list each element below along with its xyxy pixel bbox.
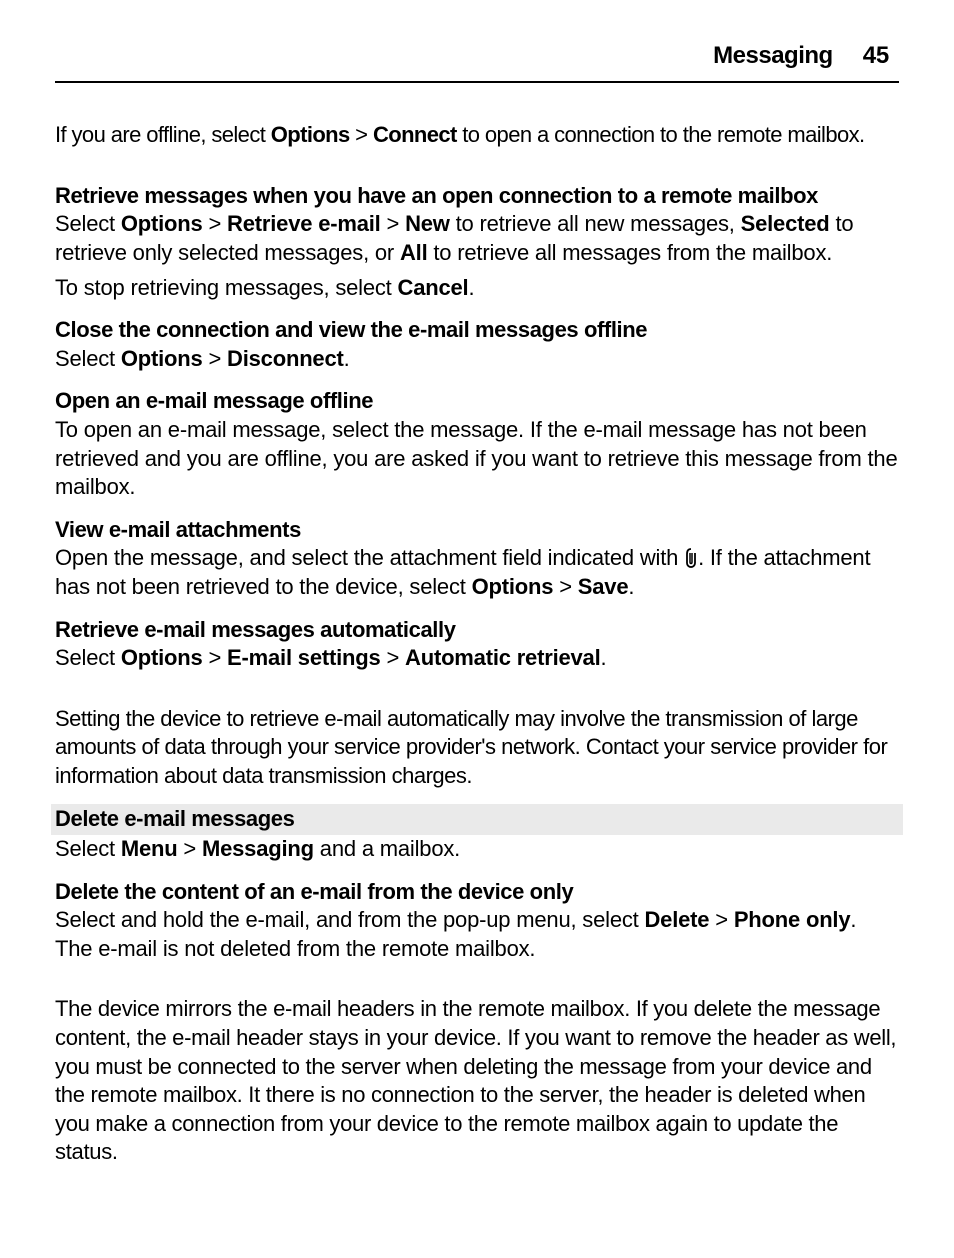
text: Select (55, 346, 121, 371)
text: > (203, 645, 227, 670)
text: and a mailbox. (314, 836, 460, 861)
delete-label: Delete (644, 907, 709, 932)
all-label: All (400, 240, 428, 265)
retrieve-heading: Retrieve messages when you have an open … (55, 182, 899, 211)
auto-line1: Select Options > E-mail settings > Autom… (55, 644, 899, 673)
text: . (468, 275, 474, 300)
deletedevice-para2: The device mirrors the e-mail headers in… (55, 995, 899, 1167)
menu-label: Menu (121, 836, 178, 861)
text: . (344, 346, 350, 371)
messaging-label: Messaging (202, 836, 314, 861)
retrieve-line1: Select Options > Retrieve e-mail > New t… (55, 210, 899, 267)
text: > (381, 645, 405, 670)
options-label: Options (121, 645, 203, 670)
options-label: Options (271, 122, 350, 147)
text: > (709, 907, 733, 932)
new-label: New (405, 211, 450, 236)
page-header: Messaging 45 (55, 40, 899, 83)
text: Select (55, 211, 121, 236)
retrieve-line2: To stop retrieving messages, select Canc… (55, 274, 899, 303)
text: > (381, 211, 405, 236)
text: > (203, 211, 227, 236)
text: Open the message, and select the attachm… (55, 545, 684, 570)
openoffline-para: To open an e-mail message, select the me… (55, 416, 899, 502)
save-label: Save (578, 574, 629, 599)
attachment-icon (684, 548, 698, 568)
retrieve-email-label: Retrieve e-mail (227, 211, 381, 236)
text: . (601, 645, 607, 670)
options-label: Options (121, 211, 203, 236)
options-label: Options (472, 574, 554, 599)
openoffline-heading: Open an e-mail message offline (55, 387, 899, 416)
text: Select (55, 645, 121, 670)
text: > (553, 574, 577, 599)
text: To stop retrieving messages, select (55, 275, 398, 300)
text: > (203, 346, 227, 371)
text: > (178, 836, 202, 861)
delete-heading: Delete e-mail messages (51, 804, 903, 835)
text: to retrieve all new messages, (450, 211, 741, 236)
connect-label: Connect (373, 122, 457, 147)
attach-heading: View e-mail attachments (55, 516, 899, 545)
close-heading: Close the connection and view the e-mail… (55, 316, 899, 345)
deletedevice-heading: Delete the content of an e-mail from the… (55, 878, 899, 907)
phone-only-label: Phone only (734, 907, 851, 932)
text: Select and hold the e-mail, and from the… (55, 907, 644, 932)
document-page: Messaging 45 If you are offline, select … (0, 0, 954, 1258)
header-title: Messaging (713, 40, 833, 71)
text: . (628, 574, 634, 599)
attach-line1: Open the message, and select the attachm… (55, 544, 899, 601)
intro-paragraph: If you are offline, select Options > Con… (55, 121, 899, 150)
auto-heading: Retrieve e-mail messages automatically (55, 616, 899, 645)
text: Select (55, 836, 121, 861)
text: > (350, 122, 373, 147)
disconnect-label: Disconnect (227, 346, 344, 371)
email-settings-label: E-mail settings (227, 645, 380, 670)
text: to open a connection to the remote mailb… (457, 122, 865, 147)
options-label: Options (121, 346, 203, 371)
deletedevice-line1: Select and hold the e-mail, and from the… (55, 906, 899, 963)
close-line1: Select Options > Disconnect. (55, 345, 899, 374)
automatic-retrieval-label: Automatic retrieval (405, 645, 601, 670)
text: If you are offline, select (55, 122, 271, 147)
page-number: 45 (863, 40, 889, 71)
selected-label: Selected (741, 211, 830, 236)
auto-para2: Setting the device to retrieve e-mail au… (55, 705, 899, 791)
text: to retrieve all messages from the mailbo… (427, 240, 832, 265)
cancel-label: Cancel (398, 275, 469, 300)
delete-line1: Select Menu > Messaging and a mailbox. (55, 835, 899, 864)
